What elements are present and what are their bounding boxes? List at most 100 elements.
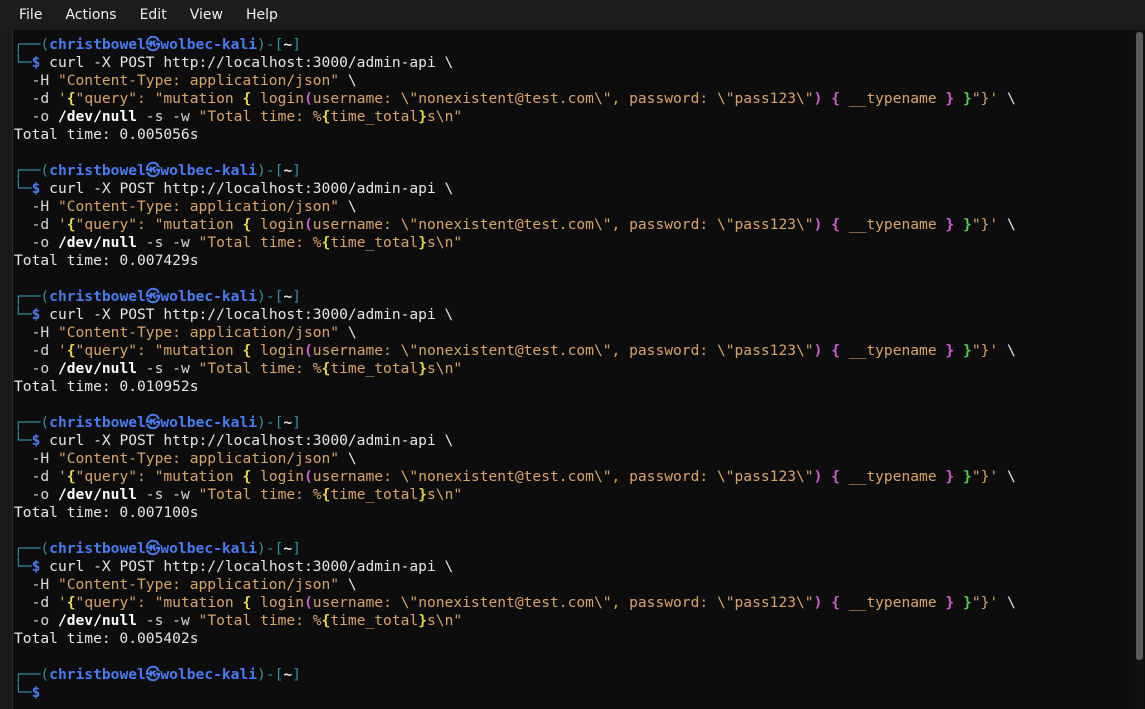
payload-text: __typename bbox=[839, 468, 946, 485]
command-continuation: \ bbox=[339, 198, 357, 215]
payload-text: "}' bbox=[971, 594, 999, 611]
payload-text: "query": "mutation bbox=[75, 90, 243, 107]
command-flag: -o bbox=[14, 108, 58, 125]
prompt-line: ┌──(christbowel㉿wolbec-kali)-[~] bbox=[14, 414, 1132, 432]
command-continuation: \ bbox=[998, 216, 1016, 233]
command-output-path: /dev/null bbox=[57, 234, 138, 251]
command-flag: -d bbox=[14, 468, 58, 485]
total-time-output: Total time: 0.007100s bbox=[14, 504, 199, 521]
payload-text: login bbox=[251, 594, 304, 611]
command-continuation: \ bbox=[339, 324, 357, 341]
command-flag: -H bbox=[14, 576, 58, 593]
total-time-output: Total time: 0.010952s bbox=[14, 378, 199, 395]
result-line: Total time: 0.007429s bbox=[14, 252, 1132, 270]
command-line: └─$ curl -X POST http://localhost:3000/a… bbox=[14, 432, 1132, 450]
prompt-symbol: $ bbox=[31, 684, 41, 701]
payload-brace: } bbox=[963, 216, 972, 233]
command-flag: -o bbox=[14, 234, 58, 251]
command-line: -d '{"query": "mutation { login(username… bbox=[14, 594, 1132, 612]
payload-brace: { bbox=[242, 216, 252, 233]
payload-text: "query": "mutation bbox=[75, 468, 243, 485]
command-format: "Total time: % bbox=[198, 108, 322, 125]
terminal-output[interactable]: ┌──(christbowel㉿wolbec-kali)-[~] └─$ curl… bbox=[14, 36, 1132, 709]
prompt-dir: ~ bbox=[283, 162, 293, 179]
payload-brace: } bbox=[945, 90, 955, 107]
prompt-user-host: christbowel㉿wolbec-kali bbox=[49, 666, 258, 683]
command-output-path: /dev/null bbox=[57, 360, 138, 377]
command-format: time_total bbox=[330, 108, 419, 125]
prompt-line: ┌──(christbowel㉿wolbec-kali)-[~] bbox=[14, 288, 1132, 306]
format-brace: } bbox=[418, 486, 428, 503]
command-header: "Content-Type: application/json" bbox=[57, 450, 340, 467]
payload-text: "}' bbox=[971, 468, 999, 485]
prompt-frame: └─ bbox=[14, 306, 32, 323]
command-line: -o /dev/null -s -w "Total time: %{time_t… bbox=[14, 234, 1132, 252]
prompt-frame: └─ bbox=[14, 180, 32, 197]
prompt-frame: )-[ bbox=[257, 36, 284, 53]
command-line: └─$ bbox=[14, 684, 1132, 702]
command-line: -H "Content-Type: application/json" \ bbox=[14, 72, 1132, 90]
command-header: "Content-Type: application/json" bbox=[57, 72, 340, 89]
payload-brace: { bbox=[242, 90, 252, 107]
command-flag: -s -w bbox=[137, 360, 199, 377]
payload-brace: { bbox=[242, 342, 252, 359]
command-line: -d '{"query": "mutation { login(username… bbox=[14, 342, 1132, 360]
prompt-line: ┌──(christbowel㉿wolbec-kali)-[~] bbox=[14, 162, 1132, 180]
menu-actions[interactable]: Actions bbox=[60, 5, 121, 25]
payload-brace: } bbox=[963, 468, 972, 485]
payload-brace: } bbox=[945, 216, 955, 233]
command-format: time_total bbox=[330, 486, 419, 503]
command-curl: curl -X POST http://localhost:3000/admin… bbox=[40, 54, 454, 71]
prompt-frame: )-[ bbox=[257, 288, 284, 305]
prompt-dir: ~ bbox=[283, 288, 293, 305]
payload-brace: ( bbox=[303, 342, 313, 359]
payload-text: __typename bbox=[839, 216, 946, 233]
command-continuation: \ bbox=[339, 576, 357, 593]
command-format: "Total time: % bbox=[198, 612, 322, 629]
command-output-path: /dev/null bbox=[57, 108, 138, 125]
payload-text: username: \"nonexistent@test.com\", pass… bbox=[312, 216, 814, 233]
result-line: Total time: 0.005402s bbox=[14, 630, 1132, 648]
payload-brace: } bbox=[945, 468, 955, 485]
result-line: Total time: 0.007100s bbox=[14, 504, 1132, 522]
payload-text: username: \"nonexistent@test.com\", pass… bbox=[312, 90, 814, 107]
menu-bar: File Actions Edit View Help bbox=[0, 0, 1145, 30]
payload-text: "}' bbox=[971, 342, 999, 359]
command-output-path: /dev/null bbox=[57, 486, 138, 503]
payload-brace: } bbox=[963, 342, 972, 359]
prompt-frame: └─ bbox=[14, 432, 32, 449]
payload-brace: { bbox=[831, 90, 840, 107]
menu-help[interactable]: Help bbox=[241, 5, 283, 25]
payload-text: login bbox=[251, 468, 304, 485]
command-flag: -s -w bbox=[137, 612, 199, 629]
payload-text: username: \"nonexistent@test.com\", pass… bbox=[312, 468, 814, 485]
prompt-user-host: christbowel㉿wolbec-kali bbox=[49, 414, 258, 431]
format-brace: } bbox=[418, 612, 428, 629]
command-flag: -s -w bbox=[137, 234, 199, 251]
payload-brace: ( bbox=[303, 216, 313, 233]
result-line: Total time: 0.010952s bbox=[14, 378, 1132, 396]
command-flag: -H bbox=[14, 324, 58, 341]
prompt-frame: )-[ bbox=[257, 540, 284, 557]
total-time-output: Total time: 0.007429s bbox=[14, 252, 199, 269]
vertical-scrollbar[interactable] bbox=[1135, 30, 1143, 709]
command-flag: -d bbox=[14, 90, 58, 107]
menu-file[interactable]: File bbox=[14, 5, 47, 25]
command-flag: -d bbox=[14, 216, 58, 233]
menu-view[interactable]: View bbox=[185, 5, 228, 25]
scrollbar-thumb[interactable] bbox=[1136, 32, 1143, 660]
payload-text: ' bbox=[57, 468, 67, 485]
command-line: -o /dev/null -s -w "Total time: %{time_t… bbox=[14, 108, 1132, 126]
command-continuation: \ bbox=[998, 342, 1016, 359]
prompt-frame: )-[ bbox=[257, 414, 284, 431]
payload-text bbox=[954, 342, 963, 359]
command-line: -H "Content-Type: application/json" \ bbox=[14, 576, 1132, 594]
payload-text bbox=[954, 216, 963, 233]
menu-edit[interactable]: Edit bbox=[135, 5, 172, 25]
total-time-output: Total time: 0.005056s bbox=[14, 126, 199, 143]
command-format: time_total bbox=[330, 234, 419, 251]
payload-brace: { bbox=[242, 594, 252, 611]
payload-text: "query": "mutation bbox=[75, 216, 243, 233]
payload-brace: } bbox=[963, 90, 972, 107]
